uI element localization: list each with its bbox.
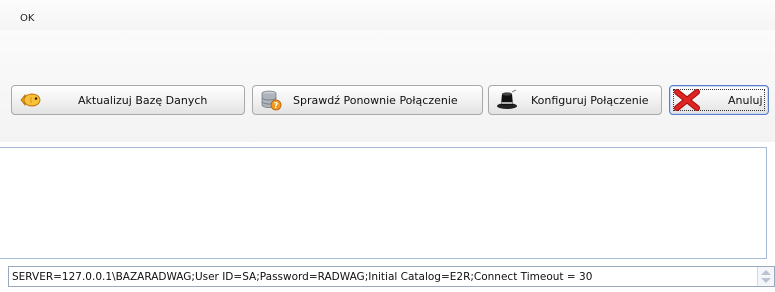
cancel-button[interactable]: Anuluj	[669, 85, 769, 115]
status-bar: OK	[0, 0, 775, 30]
check-connection-button[interactable]: ? Sprawdź Ponownie Połączenie	[252, 85, 483, 115]
configure-connection-button[interactable]: Konfiguruj Połączenie	[488, 85, 662, 115]
update-database-label: Aktualizuj Bazę Danych	[78, 94, 208, 107]
update-database-button[interactable]: Aktualizuj Bazę Danych	[11, 85, 245, 115]
red-x-icon	[674, 89, 700, 111]
status-text: OK	[20, 13, 35, 24]
configure-connection-label: Konfiguruj Połączenie	[531, 94, 649, 107]
database-check-icon: ?	[260, 89, 282, 111]
check-connection-label: Sprawdź Ponownie Połączenie	[293, 94, 458, 107]
cancel-label: Anuluj	[728, 94, 763, 107]
spin-up-icon[interactable]	[761, 270, 771, 275]
log-output-area[interactable]	[0, 147, 767, 259]
connection-string-field[interactable]	[8, 266, 775, 287]
fish-icon	[19, 89, 41, 111]
magic-hat-icon	[496, 89, 518, 111]
connection-string-input[interactable]	[9, 267, 757, 286]
connection-spinner[interactable]	[757, 267, 774, 286]
toolbar: Aktualizuj Bazę Danych ? Sprawdź Ponowni…	[0, 30, 775, 142]
spin-down-icon[interactable]	[761, 278, 771, 283]
svg-text:?: ?	[274, 101, 279, 110]
